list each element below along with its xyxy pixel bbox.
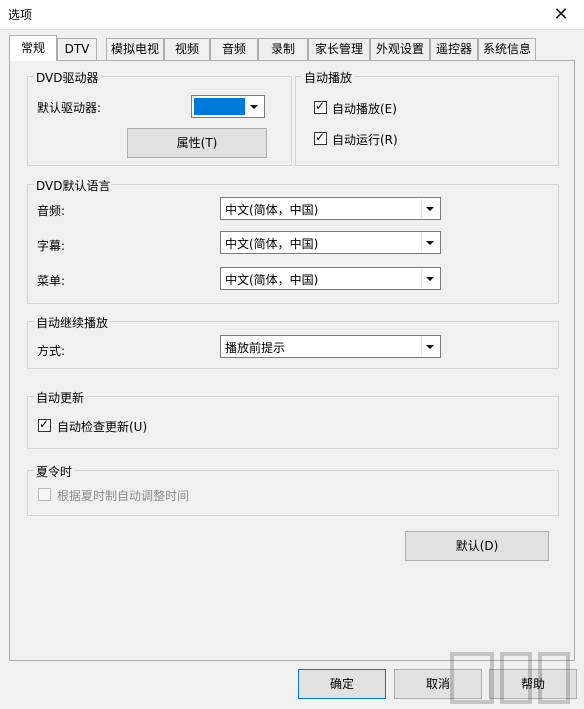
default-button[interactable]: 默认(D) [405,531,549,561]
default-drive-select[interactable] [191,95,265,118]
tab-remote[interactable]: 遥控器 [430,38,478,60]
audio-language-select[interactable]: 中文(简体，中国) [220,197,441,220]
auto-update-group: 自动更新 ✓ 自动检查更新(U) [27,389,559,449]
watermark-logo [450,652,570,704]
tab-system-info[interactable]: 系统信息 [478,38,536,60]
autoplay-group: 自动播放 ✓ 自动播放(E) ✓ 自动运行(R) [295,69,559,166]
resume-mode-value: 播放前提示 [225,341,286,355]
chevron-down-icon [421,233,439,252]
default-drive-label: 默认驱动器: [37,101,102,115]
check-icon: ✓ [39,417,50,431]
auto-resume-group: 自动继续播放 方式: 播放前提示 [27,314,559,369]
dvd-drive-group: DVD驱动器 默认驱动器: 属性(T) [27,69,292,166]
menu-language-label: 菜单: [37,274,66,288]
autoplay-label: 自动播放(E) [332,102,397,116]
tab-record[interactable]: 录制 [258,38,308,60]
check-icon: ✓ [315,130,326,144]
dst-legend: 夏令时 [34,463,75,480]
close-button[interactable]: ✕ [538,0,584,30]
tab-video[interactable]: 视频 [164,38,210,60]
tab-analog-tv[interactable]: 模拟电视 [106,38,164,60]
resume-mode-label: 方式: [37,344,66,358]
chevron-down-icon [421,337,439,356]
auto-update-legend: 自动更新 [34,389,87,406]
audio-language-value: 中文(简体，中国) [225,203,319,217]
title-bar: 选项 ✕ [0,0,584,30]
autoplay-checkbox[interactable]: ✓ [314,99,327,114]
auto-check-update-checkbox[interactable]: ✓ [38,417,51,432]
autoplay-legend: 自动播放 [302,69,355,86]
drive-selected-swatch [194,98,246,115]
window-title: 选项 [8,8,33,22]
check-icon: ✓ [315,99,326,113]
tab-appearance[interactable]: 外观设置 [370,38,430,60]
properties-button[interactable]: 属性(T) [127,128,267,158]
subtitle-language-value: 中文(简体，中国) [225,237,319,251]
dvd-language-group: DVD默认语言 音频: 中文(简体，中国) 字幕: 中文(简体，中国) 菜单: … [27,177,559,304]
auto-resume-legend: 自动继续播放 [34,314,111,331]
tab-general[interactable]: 常规 [9,35,57,61]
dst-adjust-label: 根据夏时制自动调整时间 [57,489,190,503]
subtitle-language-label: 字幕: [37,239,66,253]
chevron-down-icon [421,199,439,218]
chevron-down-icon [245,97,263,116]
dvd-language-legend: DVD默认语言 [34,177,113,194]
chevron-down-icon [421,269,439,288]
tab-dtv[interactable]: DTV [57,38,97,60]
dst-group: 夏令时 根据夏时制自动调整时间 [27,463,559,516]
auto-check-update-label: 自动检查更新(U) [57,420,148,434]
dvd-drive-legend: DVD驱动器 [34,69,101,86]
autorun-checkbox[interactable]: ✓ [314,130,327,145]
dst-adjust-checkbox[interactable] [38,488,51,501]
tab-parental[interactable]: 家长管理 [308,38,370,60]
tab-panel-general: DVD驱动器 默认驱动器: 属性(T) 自动播放 ✓ 自动播放(E) ✓ 自动运… [9,60,575,661]
close-icon: ✕ [553,4,569,25]
subtitle-language-select[interactable]: 中文(简体，中国) [220,231,441,254]
autorun-label: 自动运行(R) [332,133,398,147]
menu-language-value: 中文(简体，中国) [225,273,319,287]
resume-mode-select[interactable]: 播放前提示 [220,335,441,358]
tab-audio[interactable]: 音频 [210,38,258,60]
ok-button[interactable]: 确定 [298,669,386,699]
menu-language-select[interactable]: 中文(简体，中国) [220,267,441,290]
audio-language-label: 音频: [37,204,66,218]
